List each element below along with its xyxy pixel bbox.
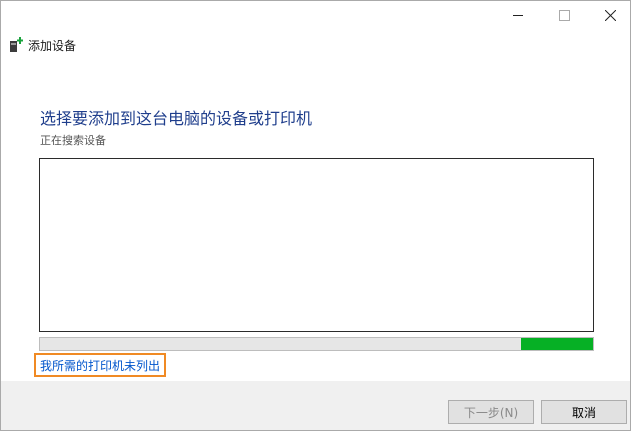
window-title: 添加设备 bbox=[28, 39, 77, 53]
cancel-button[interactable]: 取消 bbox=[541, 400, 627, 424]
search-status-text: 正在搜索设备 bbox=[40, 134, 106, 147]
maximize-icon bbox=[558, 9, 570, 21]
page-title: 选择要添加到这台电脑的设备或打印机 bbox=[40, 109, 313, 128]
maximize-button[interactable] bbox=[541, 1, 587, 29]
close-icon bbox=[604, 9, 616, 21]
add-device-window: 添加设备 选择要添加到这台电脑的设备或打印机 正在搜索设备 我所需的打印机未列出… bbox=[0, 0, 631, 431]
printer-not-listed-highlight: 我所需的打印机未列出 bbox=[34, 353, 167, 377]
minimize-icon bbox=[513, 14, 523, 16]
next-button[interactable]: 下一步(N) bbox=[448, 400, 534, 424]
footer-bar: 下一步(N) 取消 bbox=[1, 381, 630, 430]
printer-device-icon bbox=[10, 37, 23, 52]
progress-indicator bbox=[521, 338, 593, 350]
printer-not-listed-link[interactable]: 我所需的打印机未列出 bbox=[40, 357, 160, 374]
device-list[interactable] bbox=[39, 158, 594, 332]
close-button[interactable] bbox=[587, 1, 631, 29]
search-progress-bar bbox=[39, 337, 594, 351]
minimize-button[interactable] bbox=[495, 1, 541, 29]
